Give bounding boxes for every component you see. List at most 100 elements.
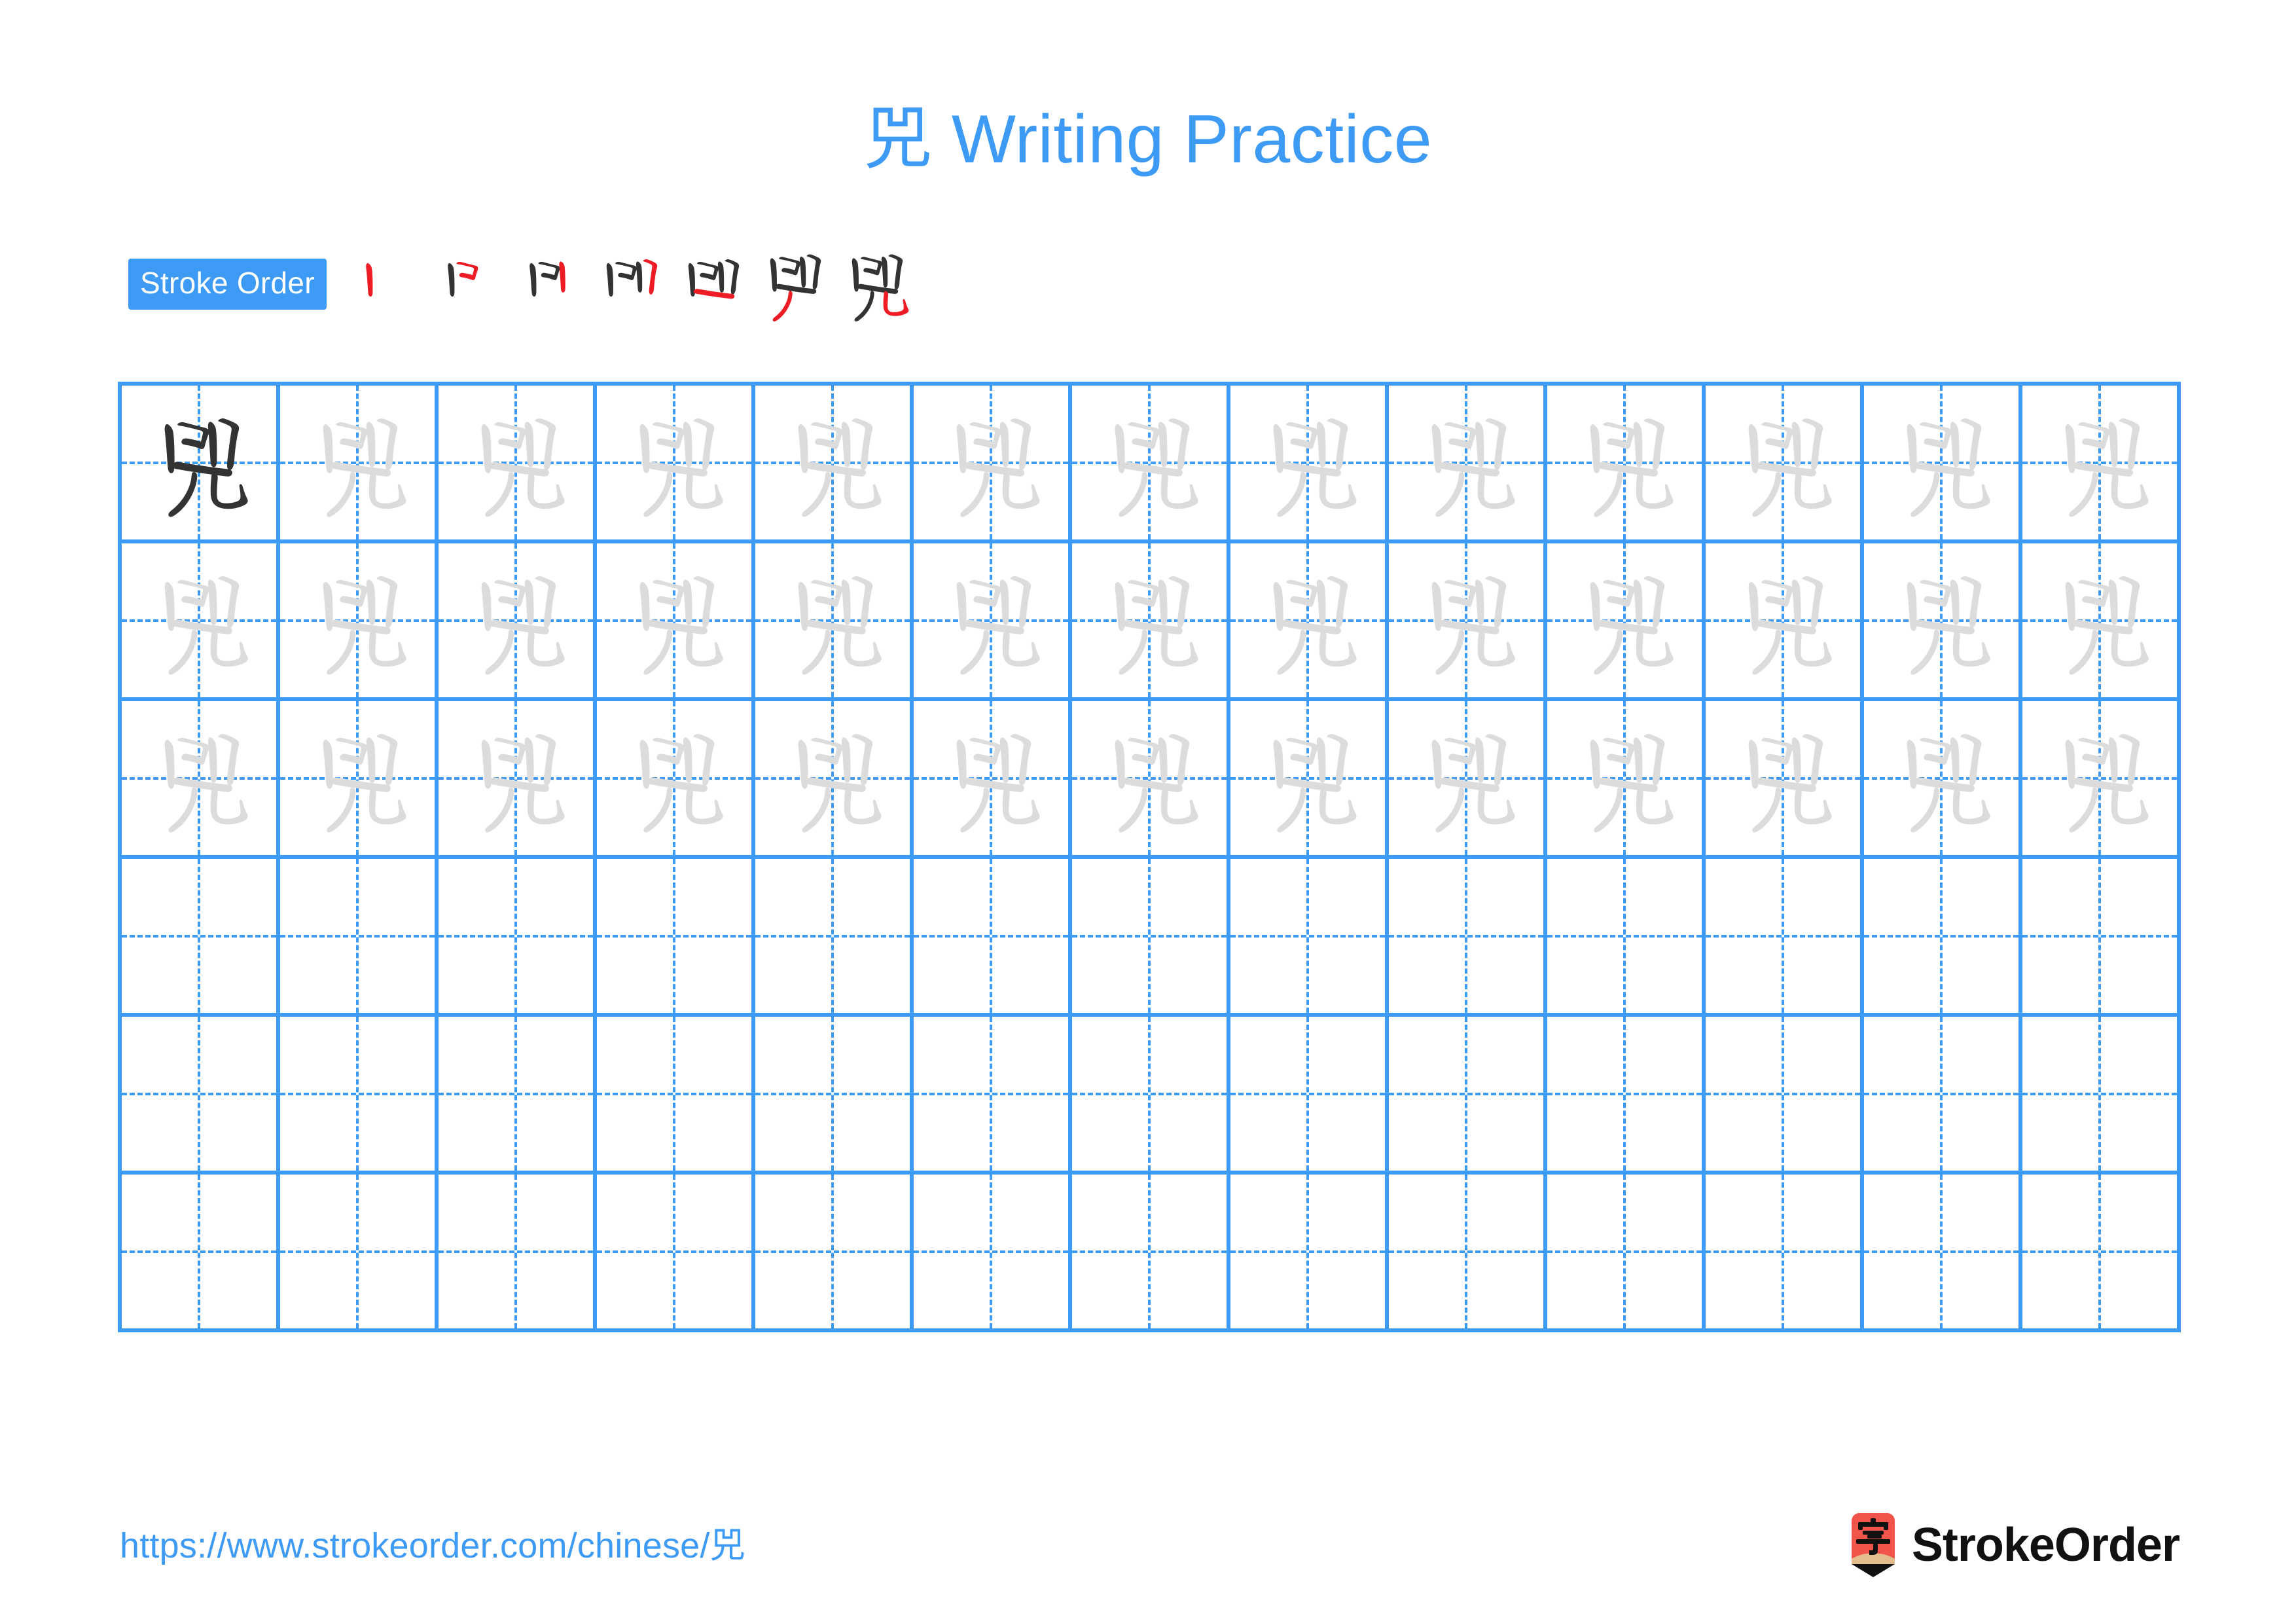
practice-cell[interactable] [1864, 543, 2022, 701]
practice-cell[interactable] [2022, 859, 2181, 1017]
practice-cell[interactable] [755, 859, 914, 1017]
practice-cell[interactable] [1230, 1017, 1389, 1175]
footer-brand: StrokeOrder [1848, 1506, 2180, 1584]
cell-character [2022, 701, 2177, 855]
practice-cell[interactable] [1864, 1175, 2022, 1332]
practice-cell[interactable] [597, 543, 755, 701]
practice-cell[interactable] [755, 386, 914, 543]
cell-character [1706, 701, 1860, 855]
practice-cell[interactable] [280, 1175, 439, 1332]
stroke-order-section: Stroke Order [128, 253, 916, 321]
practice-cell[interactable] [914, 1017, 1072, 1175]
practice-cell[interactable] [914, 701, 1072, 859]
practice-cell[interactable] [1230, 543, 1389, 701]
practice-cell[interactable] [1072, 701, 1230, 859]
practice-cell[interactable] [597, 859, 755, 1017]
practice-cell[interactable] [914, 859, 1072, 1017]
cell-character [280, 701, 435, 855]
practice-cell[interactable] [122, 543, 280, 701]
practice-cell[interactable] [439, 859, 597, 1017]
practice-cell[interactable] [2022, 386, 2181, 543]
practice-cell[interactable] [122, 859, 280, 1017]
practice-cell[interactable] [280, 543, 439, 701]
practice-cell[interactable] [755, 701, 914, 859]
practice-cell[interactable] [1389, 543, 1547, 701]
practice-cell[interactable] [1864, 386, 2022, 543]
practice-row [122, 386, 2181, 543]
practice-cell[interactable] [280, 1017, 439, 1175]
practice-cell[interactable] [597, 1017, 755, 1175]
practice-cell[interactable] [1547, 1175, 1706, 1332]
practice-cell[interactable] [1230, 701, 1389, 859]
practice-cell[interactable] [1706, 386, 1864, 543]
cell-character [914, 386, 1068, 539]
practice-cell[interactable] [2022, 1017, 2181, 1175]
practice-cell[interactable] [439, 543, 597, 701]
practice-cell[interactable] [280, 386, 439, 543]
brand-name: StrokeOrder [1911, 1519, 2180, 1571]
practice-cell[interactable] [1389, 701, 1547, 859]
practice-cell[interactable] [1072, 859, 1230, 1017]
practice-cell[interactable] [597, 1175, 755, 1332]
cell-character [1547, 543, 1702, 697]
practice-cell[interactable] [1706, 543, 1864, 701]
practice-cell[interactable] [914, 1175, 1072, 1332]
practice-cell[interactable] [1389, 386, 1547, 543]
practice-cell[interactable] [1230, 1175, 1389, 1332]
practice-cell[interactable] [1864, 701, 2022, 859]
cell-character [597, 701, 751, 855]
practice-cell[interactable] [1072, 386, 1230, 543]
practice-cell[interactable] [439, 701, 597, 859]
practice-cell[interactable] [597, 701, 755, 859]
practice-cell[interactable] [1072, 1017, 1230, 1175]
practice-cell[interactable] [1230, 386, 1389, 543]
practice-cell[interactable] [439, 1175, 597, 1332]
practice-cell[interactable] [755, 1017, 914, 1175]
practice-cell[interactable] [1230, 859, 1389, 1017]
practice-cell[interactable] [1706, 859, 1864, 1017]
cell-character [914, 543, 1068, 697]
practice-cell[interactable] [914, 543, 1072, 701]
cell-character [1547, 386, 1702, 539]
practice-cell[interactable] [597, 386, 755, 543]
practice-cell[interactable] [2022, 1175, 2181, 1332]
practice-cell[interactable] [1547, 701, 1706, 859]
practice-cell[interactable] [1072, 1175, 1230, 1332]
practice-cell[interactable] [1547, 859, 1706, 1017]
practice-cell[interactable] [122, 1017, 280, 1175]
practice-cell[interactable] [1389, 1017, 1547, 1175]
practice-cell[interactable] [1547, 543, 1706, 701]
practice-cell[interactable] [1706, 1017, 1864, 1175]
practice-cell[interactable] [755, 543, 914, 701]
stroke-order-badge: Stroke Order [128, 259, 327, 310]
practice-cell[interactable] [122, 1175, 280, 1332]
practice-cell[interactable] [1547, 1017, 1706, 1175]
practice-cell[interactable] [122, 701, 280, 859]
practice-cell[interactable] [439, 1017, 597, 1175]
cell-character [1072, 386, 1227, 539]
practice-cell[interactable] [2022, 543, 2181, 701]
practice-cell[interactable] [1864, 859, 2022, 1017]
cell-character [1389, 701, 1543, 855]
practice-cell[interactable] [1706, 1175, 1864, 1332]
practice-cell[interactable] [1864, 1017, 2022, 1175]
practice-cell[interactable] [1072, 543, 1230, 701]
cell-character [1230, 701, 1385, 855]
cell-character [755, 543, 910, 697]
practice-cell[interactable] [755, 1175, 914, 1332]
practice-cell[interactable] [1706, 701, 1864, 859]
practice-cell[interactable] [280, 859, 439, 1017]
cell-character [439, 701, 593, 855]
practice-cell[interactable] [2022, 701, 2181, 859]
stroke-step-3 [507, 244, 589, 325]
practice-cell[interactable] [280, 701, 439, 859]
cell-character [755, 386, 910, 539]
practice-cell[interactable] [1547, 386, 1706, 543]
practice-cell[interactable] [1389, 1175, 1547, 1332]
practice-cell[interactable] [914, 386, 1072, 543]
cell-character [122, 543, 276, 697]
footer-url[interactable]: https://www.strokeorder.com/chinese/兕 [120, 1516, 745, 1568]
practice-cell[interactable] [122, 386, 280, 543]
practice-cell[interactable] [1389, 859, 1547, 1017]
practice-cell[interactable] [439, 386, 597, 543]
